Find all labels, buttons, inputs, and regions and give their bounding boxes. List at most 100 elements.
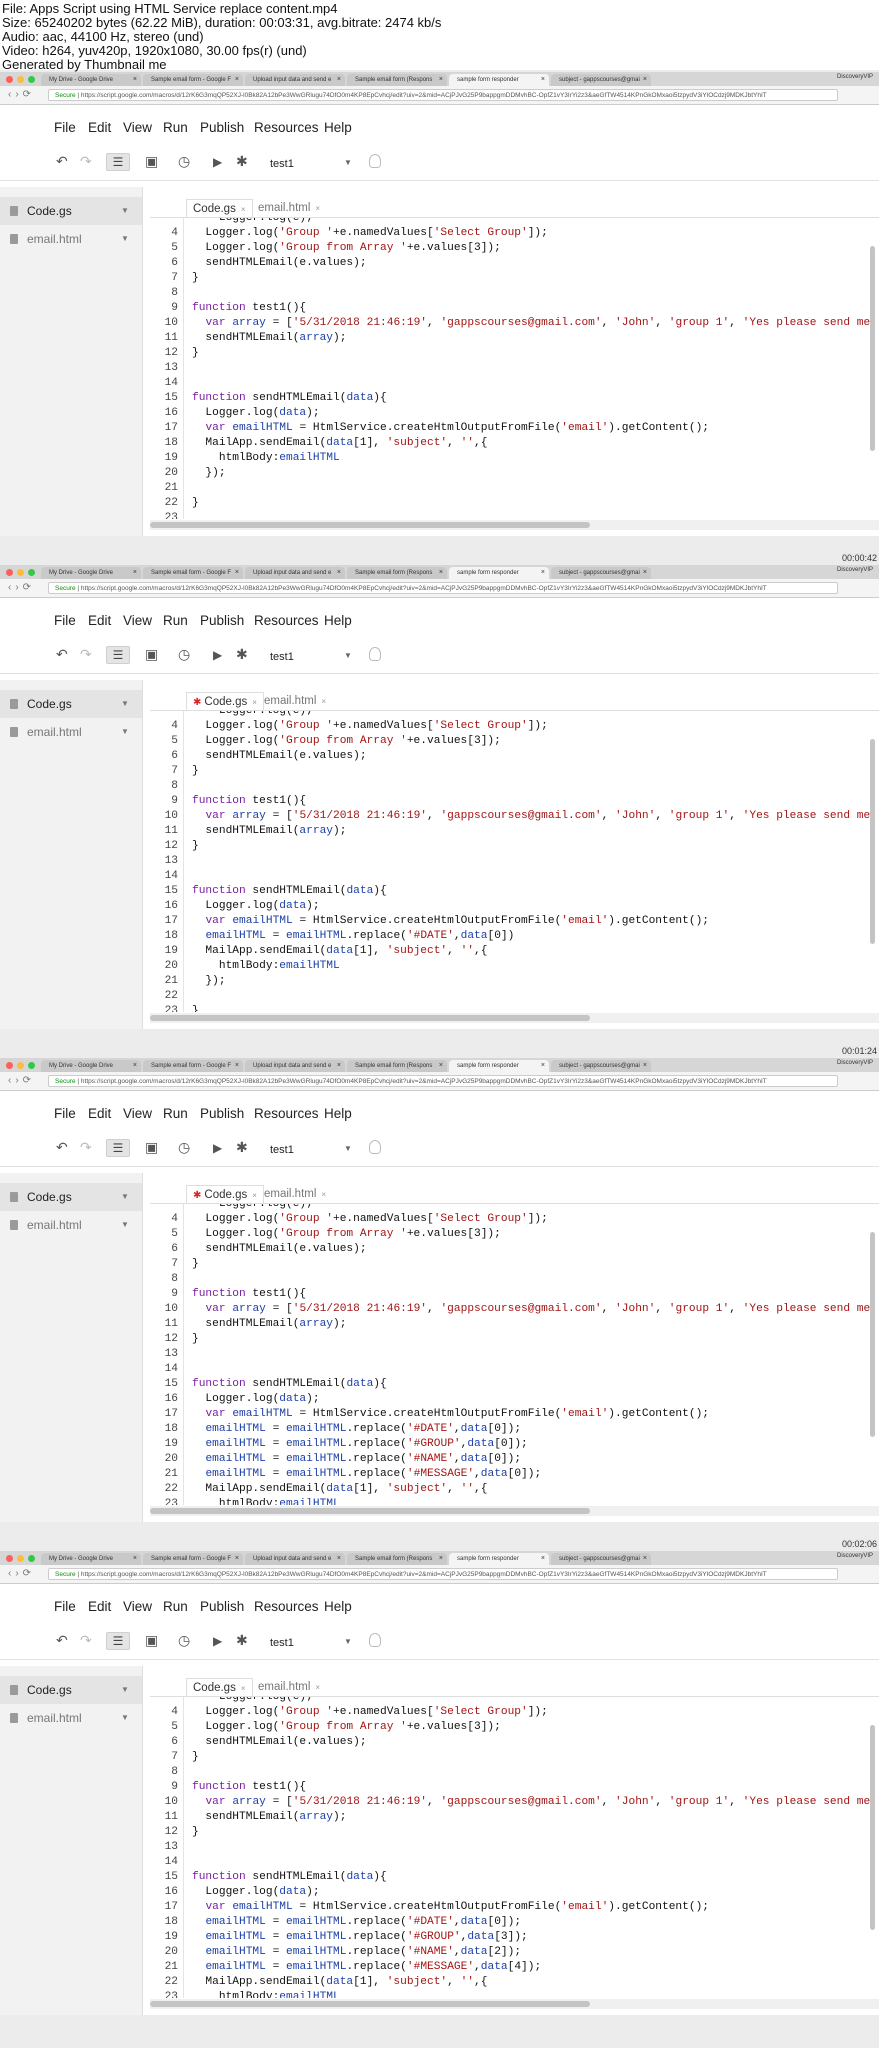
horizontal-scrollbar[interactable] [150,1999,879,2009]
clock-icon[interactable]: ◷ [178,646,190,663]
save-icon[interactable]: ▣ [145,153,158,170]
code-line[interactable]: Logger.log(e); [150,1204,879,1212]
close-icon[interactable]: × [252,698,257,707]
code-line[interactable]: Logger.log(e); [150,1697,879,1705]
maximize-window-icon[interactable] [28,1061,35,1069]
browser-tab[interactable]: subject - gappscourses@gmai × [551,567,651,579]
code-line[interactable]: 19 emailHTML = emailHTML.replace('#GROUP… [150,1930,879,1945]
code-line[interactable]: 4 Logger.log('Group '+e.namedValues['Sel… [150,226,879,241]
close-tab-icon[interactable]: × [643,567,647,579]
code-line[interactable]: 10 var array = ['5/31/2018 21:46:19', 'g… [150,809,879,824]
tab-email-html[interactable]: email.html × [258,1185,332,1203]
close-tab-icon[interactable]: × [337,1060,341,1072]
file-item-email-html[interactable]: email.html ▼ [0,225,142,253]
code-line[interactable]: 16 Logger.log(data); [150,1392,879,1407]
code-line[interactable]: 15 function sendHTMLEmail(data){ [150,884,879,899]
close-tab-icon[interactable]: × [235,1060,239,1072]
bug-icon[interactable]: ✱ [236,1139,248,1156]
menu-edit[interactable]: Edit [88,613,111,628]
code-line[interactable]: 23 htmlBody:emailHTML [150,1497,879,1505]
menu-view[interactable]: View [123,613,152,628]
lightbulb-icon[interactable] [369,1140,381,1154]
address-field[interactable]: Secure | https://script.google.com/macro… [48,89,838,101]
close-tab-icon[interactable]: × [337,1553,341,1565]
code-line[interactable]: 7} [150,764,879,779]
code-line[interactable]: 14 [150,376,879,391]
scrollbar-thumb[interactable] [150,522,590,528]
browser-tab[interactable]: sample form responder × [449,1553,549,1565]
menu-resources[interactable]: Resources [254,120,319,135]
scrollbar-thumb[interactable] [150,2001,590,2007]
code-line[interactable]: 18 emailHTML = emailHTML.replace('#DATE'… [150,1915,879,1930]
indent-icon[interactable]: ☰ [106,153,130,171]
browser-tab[interactable]: sample form responder × [449,1060,549,1072]
code-line[interactable]: 14 [150,869,879,884]
file-item-code-gs[interactable]: Code.gs ▼ [0,197,142,225]
code-line[interactable]: 18 emailHTML = emailHTML.replace('#DATE'… [150,1422,879,1437]
save-icon[interactable]: ▣ [145,646,158,663]
tab-code-gs[interactable]: ✱ Code.gs × [186,1185,264,1203]
code-line[interactable]: 14 [150,1855,879,1870]
menu-run[interactable]: Run [163,1106,188,1121]
file-item-code-gs[interactable]: Code.gs ▼ [0,1676,142,1704]
code-line[interactable]: 15 function sendHTMLEmail(data){ [150,391,879,406]
scrollbar-thumb[interactable] [150,1015,590,1021]
code-area[interactable]: Logger.log(e); 4 Logger.log('Group '+e.na… [150,217,879,519]
code-line[interactable]: 20 emailHTML = emailHTML.replace('#NAME'… [150,1452,879,1467]
browser-profile[interactable]: DiscoveryVIP [837,74,873,80]
clock-icon[interactable]: ◷ [178,1632,190,1649]
undo-icon[interactable]: ↶ [56,1139,68,1156]
redo-icon[interactable]: ↷ [80,1139,92,1156]
save-icon[interactable]: ▣ [145,1632,158,1649]
close-tab-icon[interactable]: × [541,1553,545,1565]
clock-icon[interactable]: ◷ [178,153,190,170]
code-line[interactable]: 6 sendHTMLEmail(e.values); [150,256,879,271]
code-line[interactable]: 23} [150,1004,879,1012]
close-tab-icon[interactable]: × [643,1553,647,1565]
close-icon[interactable]: × [315,1683,320,1692]
close-icon[interactable]: × [321,1190,326,1199]
browser-tab[interactable]: My Drive - Google Drive × [41,1060,141,1072]
play-icon[interactable]: ▶ [213,1634,222,1648]
code-line[interactable]: 8 [150,1272,879,1287]
browser-tab[interactable]: My Drive - Google Drive × [41,567,141,579]
vertical-scrollbar[interactable] [870,1725,875,1930]
chevron-down-icon[interactable]: ▼ [121,1211,129,1239]
horizontal-scrollbar[interactable] [150,1013,879,1023]
browser-tab[interactable]: sample form responder × [449,567,549,579]
code-line[interactable]: 18 emailHTML = emailHTML.replace('#DATE'… [150,929,879,944]
tab-email-html[interactable]: email.html × [252,199,326,217]
vertical-scrollbar[interactable] [870,246,875,451]
browser-tab[interactable]: My Drive - Google Drive × [41,74,141,86]
menu-help[interactable]: Help [324,120,352,135]
chevron-down-icon[interactable]: ▼ [121,1704,129,1732]
code-line[interactable]: 8 [150,286,879,301]
code-line[interactable]: Logger.log(e); [150,218,879,226]
code-line[interactable]: 20 }); [150,466,879,481]
code-line[interactable]: 5 Logger.log('Group from Array '+e.value… [150,734,879,749]
file-item-code-gs[interactable]: Code.gs ▼ [0,690,142,718]
scrollbar-thumb[interactable] [150,1508,590,1514]
close-tab-icon[interactable]: × [337,74,341,86]
browser-tab[interactable]: Upload input data and send e × [245,1553,345,1565]
vertical-scrollbar[interactable] [870,739,875,944]
code-line[interactable]: 7} [150,271,879,286]
bug-icon[interactable]: ✱ [236,646,248,663]
menu-publish[interactable]: Publish [200,1599,244,1614]
minimize-window-icon[interactable] [17,1554,24,1562]
function-select[interactable]: test1 [270,158,294,170]
close-tab-icon[interactable]: × [643,1060,647,1072]
code-area[interactable]: Logger.log(e); 4 Logger.log('Group '+e.na… [150,1696,879,1998]
code-line[interactable]: 19 htmlBody:emailHTML [150,451,879,466]
redo-icon[interactable]: ↷ [80,1632,92,1649]
code-line[interactable]: 9 function test1(){ [150,1780,879,1795]
code-line[interactable]: 7} [150,1257,879,1272]
chevron-down-icon[interactable]: ▼ [344,158,352,167]
menu-file[interactable]: File [54,120,76,135]
code-line[interactable]: 5 Logger.log('Group from Array '+e.value… [150,1720,879,1735]
code-line[interactable]: 5 Logger.log('Group from Array '+e.value… [150,1227,879,1242]
code-line[interactable]: 22} [150,496,879,511]
file-item-email-html[interactable]: email.html ▼ [0,1211,142,1239]
browser-tab[interactable]: subject - gappscourses@gmai × [551,74,651,86]
browser-tab[interactable]: Sample email form - Google F × [143,74,243,86]
